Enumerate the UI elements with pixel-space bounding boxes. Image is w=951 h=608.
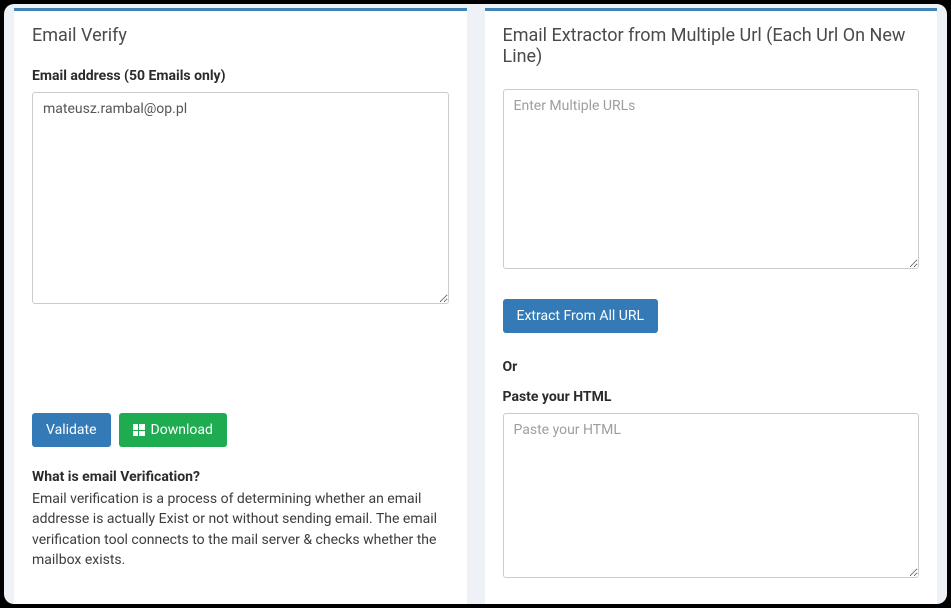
validate-button[interactable]: Validate bbox=[32, 413, 111, 447]
verify-button-row: Validate Download bbox=[32, 413, 449, 447]
info-text: Email verification is a process of deter… bbox=[32, 489, 449, 570]
app-frame: Email Verify Email address (50 Emails on… bbox=[4, 4, 947, 604]
email-address-input[interactable] bbox=[32, 92, 449, 304]
panel-header: Email Extractor from Multiple Url (Each … bbox=[485, 11, 938, 79]
extract-button-row: Extract From All URL bbox=[503, 299, 920, 333]
windows-icon bbox=[133, 424, 145, 436]
email-address-label: Email address (50 Emails only) bbox=[32, 68, 449, 84]
extract-button[interactable]: Extract From All URL bbox=[503, 299, 659, 333]
verification-info: What is email Verification? Email verifi… bbox=[32, 469, 449, 570]
panel-header: Email Verify bbox=[14, 11, 467, 58]
paste-html-input[interactable] bbox=[503, 413, 920, 578]
panel-body: Extract From All URL Or Paste your HTML bbox=[485, 79, 938, 604]
panel-title-extractor: Email Extractor from Multiple Url (Each … bbox=[503, 25, 920, 67]
urls-input[interactable] bbox=[503, 89, 920, 269]
paste-html-label: Paste your HTML bbox=[503, 389, 920, 405]
download-button-label: Download bbox=[151, 422, 213, 438]
or-label: Or bbox=[503, 359, 920, 375]
email-verify-panel: Email Verify Email address (50 Emails on… bbox=[14, 8, 467, 604]
email-extractor-panel: Email Extractor from Multiple Url (Each … bbox=[485, 8, 938, 604]
download-button[interactable]: Download bbox=[119, 413, 227, 447]
panel-title-verify: Email Verify bbox=[32, 25, 449, 46]
info-title: What is email Verification? bbox=[32, 469, 449, 485]
panel-body: Email address (50 Emails only) Validate … bbox=[14, 58, 467, 604]
